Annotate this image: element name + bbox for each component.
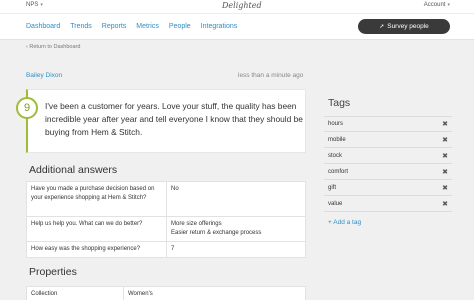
nav-metrics[interactable]: Metrics: [136, 23, 159, 30]
chevron-down-icon: ▾: [447, 2, 450, 8]
main-nav: Dashboard Trends Reports Metrics People …: [0, 14, 474, 40]
tag-item: stock ✖: [324, 148, 452, 164]
tag-item: comfort ✖: [324, 164, 452, 180]
table-row: How easy was the shopping experience? 7: [26, 241, 306, 258]
additional-answers-table: Have you made a purchase decision based …: [26, 181, 306, 258]
nav-dashboard[interactable]: Dashboard: [26, 23, 60, 30]
remove-tag-icon[interactable]: ✖: [442, 152, 448, 160]
tag-item: hours ✖: [324, 116, 452, 132]
logo[interactable]: Delighted: [222, 1, 262, 10]
account-label: Account: [423, 2, 446, 8]
remove-tag-icon[interactable]: ✖: [442, 184, 448, 192]
remove-tag-icon[interactable]: ✖: [442, 136, 448, 144]
survey-select-label: NPS: [26, 2, 39, 8]
response-comment: I've been a customer for years. Love you…: [45, 101, 303, 137]
properties-table: Collection Women's: [26, 286, 306, 300]
table-row: Collection Women's: [26, 286, 306, 300]
account-menu[interactable]: Account ▾: [424, 2, 450, 8]
survey-people-label: Survey people: [387, 23, 429, 30]
tag-label: comfort: [328, 168, 349, 175]
survey-select[interactable]: NPS ▾: [26, 2, 43, 8]
question-cell: How easy was the shopping experience?: [26, 241, 167, 258]
table-row: Have you made a purchase decision based …: [26, 181, 306, 217]
answer-cell: No: [166, 181, 306, 217]
response-timestamp: less than a minute ago: [238, 72, 304, 79]
nav-reports[interactable]: Reports: [102, 23, 127, 30]
nav-integrations[interactable]: Integrations: [201, 23, 238, 30]
score-badge: 9: [16, 97, 38, 119]
return-to-dashboard-link[interactable]: ‹ Return to Dashboard: [26, 44, 80, 50]
answer-cell: More size offerings Easier return & exch…: [166, 216, 306, 242]
remove-tag-icon[interactable]: ✖: [442, 200, 448, 208]
answer-cell: 7: [166, 241, 306, 258]
tags-title: Tags: [328, 97, 351, 109]
tag-item: mobile ✖: [324, 132, 452, 148]
table-row: Help us help you. What can we do better?…: [26, 216, 306, 242]
properties-title: Properties: [29, 266, 77, 278]
response-card: 9 I've been a customer for years. Love y…: [16, 89, 306, 153]
tag-label: mobile: [328, 136, 346, 143]
tag-item: value ✖: [324, 196, 452, 212]
respondent-name[interactable]: Bailey Dixon: [26, 72, 62, 79]
tags-list: hours ✖ mobile ✖ stock ✖ comfort ✖ gift …: [324, 116, 452, 212]
tag-label: stock: [328, 152, 343, 159]
property-key: Collection: [26, 286, 124, 300]
remove-tag-icon[interactable]: ✖: [442, 120, 448, 128]
tag-label: value: [328, 200, 343, 207]
add-tag-link[interactable]: + Add a tag: [328, 219, 361, 226]
send-icon: ➚: [379, 24, 385, 30]
nav-people[interactable]: People: [169, 23, 191, 30]
question-cell: Help us help you. What can we do better?: [26, 216, 167, 242]
nav-trends[interactable]: Trends: [70, 23, 92, 30]
remove-tag-icon[interactable]: ✖: [442, 168, 448, 176]
chevron-down-icon: ▾: [40, 2, 43, 8]
additional-answers-title: Additional answers: [29, 164, 118, 176]
tag-item: gift ✖: [324, 180, 452, 196]
top-bar: NPS ▾ Delighted Account ▾: [0, 0, 474, 14]
tag-label: hours: [328, 121, 344, 127]
question-cell: Have you made a purchase decision based …: [26, 181, 167, 217]
tag-label: gift: [328, 184, 337, 191]
survey-people-button[interactable]: ➚ Survey people: [358, 19, 450, 34]
property-value: Women's: [123, 286, 306, 300]
